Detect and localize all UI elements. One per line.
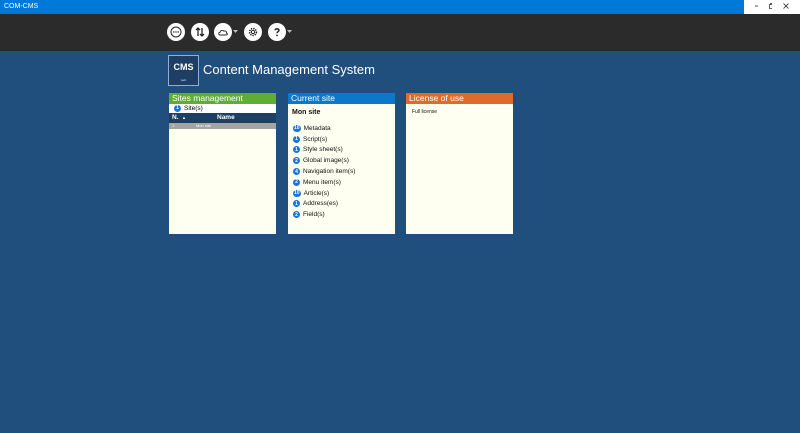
sites-table-header: N. ▲ Name xyxy=(169,113,276,123)
license-panel: License of use Full license xyxy=(406,93,513,234)
stat-label: Metadata xyxy=(303,124,331,132)
stat-count-badge: 1 xyxy=(293,146,300,154)
cloud-icon xyxy=(218,29,228,36)
stat-count-badge: 10 xyxy=(293,124,301,132)
stat-count-badge: 2 xyxy=(293,211,300,219)
stat-count-badge: 4 xyxy=(293,168,300,176)
stat-item-fields[interactable]: 2 Field(s) xyxy=(288,209,395,220)
logo-text: CMS xyxy=(173,62,194,72)
sync-button[interactable] xyxy=(191,23,209,41)
stat-label: Menu item(s) xyxy=(303,178,341,186)
stat-count-badge: 2 xyxy=(293,157,300,165)
stat-item-global-images[interactable]: 2 Global image(s) xyxy=(288,155,395,166)
help-icon xyxy=(274,28,280,37)
stat-item-metadata[interactable]: 10 Metadata xyxy=(288,123,395,134)
current-site-name: Mon site xyxy=(292,109,321,116)
help-button[interactable] xyxy=(268,23,286,41)
license-panel-title: License of use xyxy=(406,93,513,104)
sites-count-row[interactable]: 1 Site(s) xyxy=(169,104,276,113)
stat-item-style-sheets[interactable]: 1 Style sheet(s) xyxy=(288,145,395,156)
help-dropdown-caret-icon[interactable] xyxy=(287,30,292,35)
table-row[interactable]: 1 Mon site xyxy=(169,123,276,129)
site-stats-list: 10 Metadata 1 Script(s) 1 Style sheet(s) 2G… xyxy=(288,123,395,220)
gear-icon xyxy=(248,27,258,37)
stat-count-badge: 10 xyxy=(293,189,301,197)
stat-label: Navigation item(s) xyxy=(303,168,356,176)
column-header-n[interactable]: N. xyxy=(172,113,179,123)
app-title: Content Management System xyxy=(203,62,375,77)
logo-subtext: web xyxy=(180,78,187,82)
current-panel-title: Current site xyxy=(288,93,395,104)
app-logo: CMS web xyxy=(168,55,199,86)
stat-label: Script(s) xyxy=(303,135,328,143)
more-icon xyxy=(170,26,182,38)
sites-panel-title: Sites management xyxy=(169,93,276,104)
sites-label: Site(s) xyxy=(184,105,203,112)
stat-label: Field(s) xyxy=(303,211,325,219)
stat-count-badge: 2 xyxy=(293,178,300,186)
toolbar xyxy=(0,14,800,51)
close-icon xyxy=(783,3,789,9)
stat-item-articles[interactable]: 10 Article(s) xyxy=(288,188,395,199)
window-titlebar: COM-CMS xyxy=(0,0,800,14)
close-button[interactable] xyxy=(772,0,800,14)
sites-table: N. ▲ Name 1 Mon site xyxy=(169,113,276,129)
stat-item-addresses[interactable]: 1 Address(es) xyxy=(288,199,395,210)
stat-label: Style sheet(s) xyxy=(303,146,343,154)
row-name: Mon site xyxy=(196,123,212,128)
stat-label: Global image(s) xyxy=(303,157,349,165)
sites-count-badge: 1 xyxy=(174,105,181,112)
window-title: COM-CMS xyxy=(4,3,39,10)
stat-label: Article(s) xyxy=(303,189,330,197)
sort-arrow-icon: ▲ xyxy=(182,115,186,120)
stat-item-menu-items[interactable]: 2 Menu item(s) xyxy=(288,177,395,188)
settings-button[interactable] xyxy=(244,23,262,41)
cloud-dropdown-caret-icon[interactable] xyxy=(233,30,238,35)
current-site-panel: Current site Mon site 10 Metadata 1 Script… xyxy=(288,93,395,234)
cloud-button[interactable] xyxy=(214,23,232,41)
license-text: Full license xyxy=(412,109,438,115)
sites-management-panel: Sites management 1 Site(s) N. ▲ Name 1 M… xyxy=(169,93,276,234)
more-button[interactable] xyxy=(167,23,185,41)
stat-count-badge: 1 xyxy=(293,200,300,208)
stat-item-navigation-items[interactable]: 4 Navigation item(s) xyxy=(288,166,395,177)
stat-label: Address(es) xyxy=(303,200,339,208)
row-number: 1 xyxy=(172,123,175,128)
stat-item-scripts[interactable]: 1 Script(s) xyxy=(288,134,395,145)
stat-count-badge: 1 xyxy=(293,135,300,143)
sync-icon xyxy=(195,27,205,37)
column-header-name[interactable]: Name xyxy=(217,113,235,123)
